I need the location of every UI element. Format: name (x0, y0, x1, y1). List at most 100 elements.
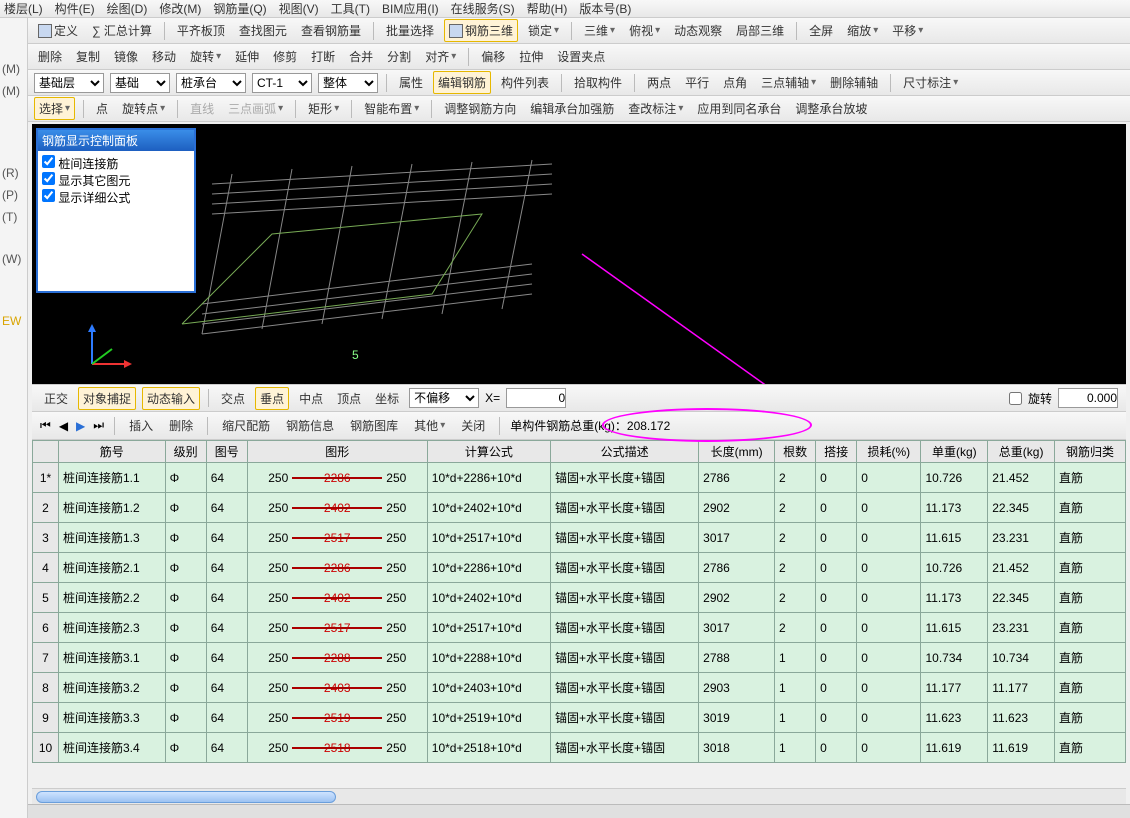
cell[interactable]: 11.623 (988, 703, 1055, 733)
panel-opt1[interactable]: 桩间连接筋 (42, 155, 190, 172)
cell[interactable]: 0 (816, 583, 857, 613)
delaux-button[interactable]: 删除辅轴 (826, 72, 882, 93)
dynview-button[interactable]: 动态观察 (670, 20, 726, 41)
nav-last-icon[interactable]: ⏭ (93, 418, 104, 433)
cell[interactable]: 0 (816, 703, 857, 733)
perp-button[interactable]: 垂点 (255, 387, 289, 410)
mid-button[interactable]: 中点 (295, 388, 327, 409)
cell[interactable]: 直筋 (1055, 673, 1126, 703)
threept-button[interactable]: 三点辅轴 (757, 72, 820, 93)
cell[interactable]: 桩间连接筋2.1 (59, 553, 166, 583)
cell[interactable]: 直筋 (1055, 463, 1126, 493)
menu-item[interactable]: 钢筋量(Q) (213, 0, 266, 17)
cell[interactable]: 22.345 (988, 583, 1055, 613)
cell[interactable]: 10*d+2286+10*d (427, 553, 550, 583)
rebarinfo-button[interactable]: 钢筋信息 (282, 415, 338, 436)
vertex-button[interactable]: 顶点 (333, 388, 365, 409)
cell[interactable]: 64 (206, 583, 247, 613)
nav-first-icon[interactable]: ⏮ (40, 418, 51, 433)
col-header[interactable]: 损耗(%) (857, 441, 921, 463)
cell[interactable]: 21.452 (988, 553, 1055, 583)
mirror-button[interactable]: 镜像 (110, 46, 142, 67)
cell[interactable]: 2 (775, 553, 816, 583)
cell[interactable]: 2788 (699, 643, 775, 673)
cell[interactable]: 0 (857, 553, 921, 583)
setpt-button[interactable]: 设置夹点 (553, 46, 609, 67)
cell[interactable]: 0 (816, 613, 857, 643)
panel-opt2[interactable]: 显示其它图元 (42, 172, 190, 189)
dim-button[interactable]: 尺寸标注 (899, 72, 962, 93)
cell[interactable]: Φ (165, 463, 206, 493)
local3d-button[interactable]: 局部三维 (732, 20, 788, 41)
cell[interactable]: 锚固+水平长度+锚固 (551, 613, 699, 643)
col-header[interactable]: 搭接 (816, 441, 857, 463)
menu-item[interactable]: 构件(E) (55, 0, 95, 17)
table-row[interactable]: 3桩间连接筋1.3Φ64250250251710*d+2517+10*d锚固+水… (33, 523, 1126, 553)
col-header[interactable]: 根数 (775, 441, 816, 463)
cell[interactable]: 64 (206, 673, 247, 703)
pickcomp-button[interactable]: 拾取构件 (570, 72, 626, 93)
cell[interactable]: 0 (857, 703, 921, 733)
cell[interactable]: 桩间连接筋2.2 (59, 583, 166, 613)
rect-button[interactable]: 矩形 (304, 98, 343, 119)
cell[interactable]: 64 (206, 733, 247, 763)
table-row[interactable]: 10桩间连接筋3.4Φ64250250251810*d+2518+10*d锚固+… (33, 733, 1126, 763)
cell[interactable]: 11.173 (921, 493, 988, 523)
col-header[interactable]: 筋号 (59, 441, 166, 463)
cell[interactable]: 2786 (699, 553, 775, 583)
panel-opt3[interactable]: 显示详细公式 (42, 189, 190, 206)
nav-play-icon[interactable]: ▶ (76, 419, 85, 433)
menu-item[interactable]: 楼层(L) (4, 0, 43, 17)
cell[interactable]: 10*d+2517+10*d (427, 613, 550, 643)
extend-button[interactable]: 延伸 (231, 46, 263, 67)
cell[interactable]: 2 (775, 523, 816, 553)
cell[interactable]: 11.619 (921, 733, 988, 763)
rotate-button[interactable]: 旋转 (186, 46, 225, 67)
shape-cell[interactable]: 2502502519 (247, 703, 427, 733)
split-button[interactable]: 分割 (383, 46, 415, 67)
editbear-button[interactable]: 编辑承台加强筋 (526, 98, 618, 119)
nav-prev-icon[interactable]: ◀ (59, 419, 68, 433)
cell[interactable]: Φ (165, 523, 206, 553)
cell[interactable]: 2786 (699, 463, 775, 493)
table-row[interactable]: 5桩间连接筋2.2Φ64250250240210*d+2402+10*d锚固+水… (33, 583, 1126, 613)
cell[interactable]: 11.623 (921, 703, 988, 733)
complist-button[interactable]: 构件列表 (497, 72, 553, 93)
cell[interactable]: 桩间连接筋1.1 (59, 463, 166, 493)
cell[interactable]: 0 (816, 733, 857, 763)
ortho-toggle[interactable]: 正交 (40, 388, 72, 409)
cell[interactable]: 2903 (699, 673, 775, 703)
stretch-button[interactable]: 拉伸 (515, 46, 547, 67)
shape-cell[interactable]: 2502502517 (247, 523, 427, 553)
other-button[interactable]: 其他 (410, 415, 449, 436)
cell[interactable]: 0 (857, 613, 921, 643)
cell[interactable]: 桩间连接筋1.3 (59, 523, 166, 553)
cell[interactable]: 2902 (699, 493, 775, 523)
cell[interactable]: 0 (816, 643, 857, 673)
horizontal-scrollbar[interactable] (32, 788, 1126, 804)
cell[interactable]: Φ (165, 493, 206, 523)
findpic-button[interactable]: 查找图元 (235, 20, 291, 41)
cell[interactable]: 1 (775, 673, 816, 703)
table-row[interactable]: 4桩间连接筋2.1Φ64250250228610*d+2286+10*d锚固+水… (33, 553, 1126, 583)
cell[interactable]: 锚固+水平长度+锚固 (551, 643, 699, 673)
viewrebar-button[interactable]: 查看钢筋量 (297, 20, 365, 41)
cell[interactable]: 锚固+水平长度+锚固 (551, 733, 699, 763)
cell[interactable]: 0 (857, 733, 921, 763)
cell[interactable]: 23.231 (988, 523, 1055, 553)
editnote-button[interactable]: 查改标注 (624, 98, 687, 119)
table-row[interactable]: 2桩间连接筋1.2Φ64250250240210*d+2402+10*d锚固+水… (33, 493, 1126, 523)
scale-button[interactable]: 缩尺配筋 (218, 415, 274, 436)
cell[interactable]: 10.734 (921, 643, 988, 673)
table-row[interactable]: 9桩间连接筋3.3Φ64250250251910*d+2519+10*d锚固+水… (33, 703, 1126, 733)
cell[interactable]: 64 (206, 553, 247, 583)
parallel-button[interactable]: 平行 (681, 72, 713, 93)
cell[interactable]: 直筋 (1055, 523, 1126, 553)
autoarr-button[interactable]: 智能布置 (360, 98, 423, 119)
cell[interactable]: Φ (165, 553, 206, 583)
3d-button[interactable]: 三维 (580, 20, 619, 41)
cell[interactable]: 11.615 (921, 523, 988, 553)
applysame-button[interactable]: 应用到同名承台 (693, 98, 785, 119)
coord-button[interactable]: 坐标 (371, 388, 403, 409)
break-button[interactable]: 打断 (307, 46, 339, 67)
